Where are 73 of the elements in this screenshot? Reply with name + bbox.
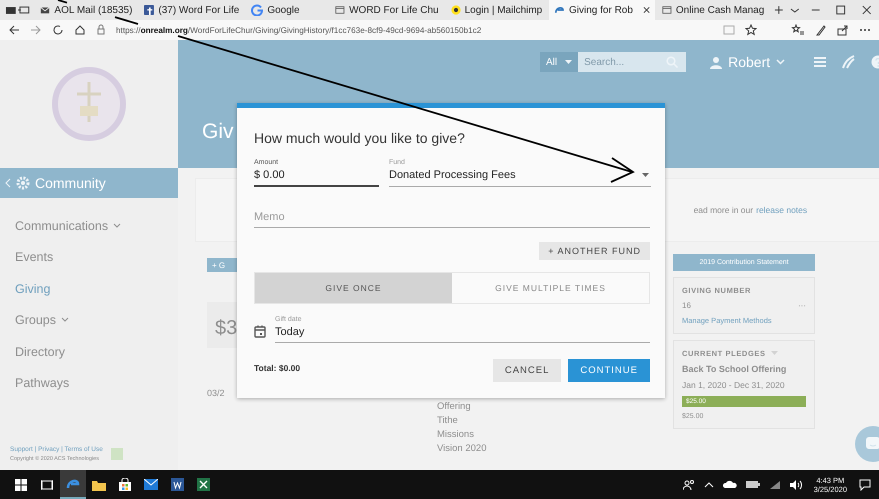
window-icon [335, 4, 346, 16]
volume-icon[interactable] [790, 480, 804, 490]
total-text: Total: $0.00 [254, 363, 302, 373]
tray-chevron-icon[interactable] [704, 480, 714, 488]
shopping-bag-icon [119, 478, 131, 491]
chat-bubble-icon [865, 436, 879, 452]
release-notes-link[interactable]: release notes [756, 205, 808, 215]
nav-item[interactable]: Communications [15, 210, 178, 242]
pledge-name: Back To School Offering [682, 364, 788, 374]
spreadsheet-icon [196, 478, 210, 491]
folder-icon [92, 478, 106, 490]
continue-button[interactable]: CONTINUE [568, 359, 650, 382]
home-icon[interactable] [74, 24, 86, 36]
tab-preview-icon[interactable] [18, 4, 32, 16]
giving-number: 16 [682, 301, 691, 310]
badge-icon [110, 448, 123, 460]
summary-amount: $3 [215, 317, 238, 340]
fund-name: Offering [437, 400, 472, 414]
document-icon [170, 478, 184, 491]
more-options[interactable]: ··· [798, 301, 806, 310]
nav-item[interactable]: Pathways [15, 368, 178, 399]
back-icon[interactable] [8, 24, 20, 36]
calendar-icon[interactable] [254, 325, 266, 338]
search-field[interactable]: Search... [578, 52, 658, 72]
notice-text: ead more in our [694, 205, 754, 215]
gear-icon [16, 176, 30, 190]
people-icon[interactable] [682, 478, 695, 490]
user-menu[interactable]: Robert [704, 53, 792, 71]
fund-name: Missions [437, 428, 475, 442]
nav-item[interactable]: Events [15, 242, 178, 273]
pledge-dates: Jan 1, 2020 - Dec 31, 2020 [682, 380, 786, 390]
task-view-icon [41, 478, 53, 490]
close-icon[interactable] [642, 6, 650, 14]
scope-dropdown[interactable]: All [540, 52, 578, 72]
browser-icon [66, 476, 80, 490]
chevron-down-icon [770, 351, 778, 356]
amount-field[interactable]: $ 0.00 [254, 167, 379, 187]
tab-actions-icon[interactable] [4, 4, 18, 16]
gift-date-field[interactable]: Today [275, 324, 650, 343]
forward-icon[interactable] [30, 24, 42, 36]
nav-item[interactable]: Giving [15, 273, 178, 304]
cloud-icon[interactable] [722, 480, 737, 489]
windows-icon [15, 478, 27, 490]
page-title: Giv [202, 120, 234, 144]
address-bar-url[interactable]: https://onrealm.org/WordForLifeChur/Giving/GivingHistory/f1cc763e-8cf9-49cd-9694-ab560150b1c2 [116, 26, 482, 34]
another-fund-button[interactable]: + ANOTHER FUND [539, 242, 650, 260]
google-icon [251, 4, 264, 16]
envelope-icon [144, 479, 158, 490]
memo-field[interactable]: Memo [254, 209, 650, 228]
nav-item[interactable]: Groups [15, 304, 178, 336]
fund-name: Vision 2020 [437, 442, 488, 456]
star-icon[interactable] [745, 24, 757, 36]
wifi-icon[interactable] [768, 480, 781, 490]
share-icon[interactable] [837, 24, 849, 36]
window-icon [662, 4, 672, 16]
gift-date-text: 03/2 [207, 388, 226, 398]
chevron-down-icon [776, 59, 786, 65]
person-icon [710, 56, 722, 68]
section-title: Community [35, 175, 106, 191]
refresh-icon[interactable] [52, 24, 64, 36]
pen-icon[interactable] [815, 24, 827, 36]
frequency-toggle[interactable]: GIVE ONCE [255, 273, 452, 303]
favorites-icon[interactable] [791, 24, 805, 36]
battery-icon[interactable] [746, 480, 760, 489]
cancel-button[interactable]: CANCEL [492, 359, 562, 382]
lock-icon [96, 24, 106, 36]
dialog-title: How much would you like to give? [254, 130, 466, 146]
fund-dropdown[interactable]: Donated Processing Fees [389, 167, 651, 187]
notifications-icon[interactable] [859, 478, 871, 490]
caret-icon [565, 60, 572, 64]
nav-item[interactable]: Directory [15, 336, 178, 368]
browser-tab[interactable]: Giving for Rob [549, 0, 656, 20]
fund-name: Tithe [437, 414, 459, 428]
